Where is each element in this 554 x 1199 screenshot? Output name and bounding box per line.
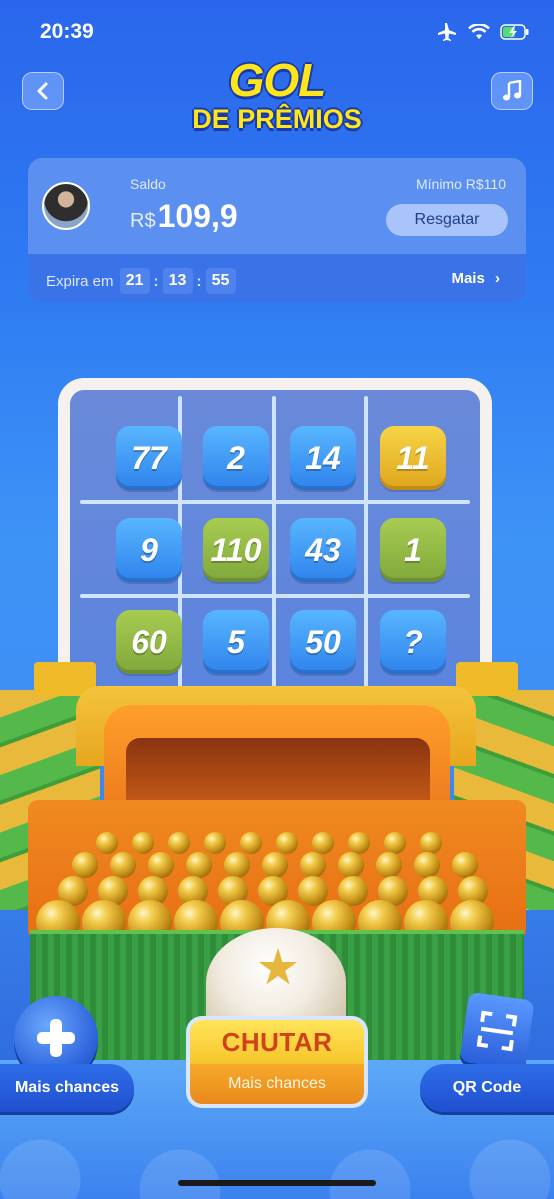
chevron-right-icon: › [495,270,500,287]
qr-scan-glyph [476,1010,518,1052]
golden-ball [132,832,154,854]
prize-cell: 11 [380,426,446,490]
balance-amount: R$ 109,9 [130,198,238,235]
expiry-seconds: 55 [205,268,236,294]
golden-ball [224,852,250,878]
music-button[interactable] [491,72,533,110]
home-indicator [178,1180,376,1186]
net-line [364,396,368,688]
golden-ball [110,852,136,878]
avatar[interactable] [42,182,90,230]
golden-ball [452,852,478,878]
expiry-timer: Expira em 21 : 13 : 55 [46,268,236,294]
golden-ball [186,852,212,878]
golden-ball [96,832,118,854]
prize-cell: 9 [116,518,182,582]
golden-ball [240,832,262,854]
balance-label: Saldo [130,176,166,192]
music-note-icon [503,80,522,101]
more-link-label: Mais [451,270,485,287]
battery-charging-icon [500,24,529,40]
golden-ball [420,832,442,854]
prize-cell: 50 [290,610,356,674]
expiry-label: Expira em [46,272,114,290]
more-link[interactable]: Mais › [451,270,500,287]
kick-label: CHUTAR [190,1020,364,1064]
prize-cell: ? [380,610,446,674]
prize-cell: 60 [116,610,182,674]
plus-glyph [37,1019,75,1057]
redeem-button[interactable]: Resgatar [386,204,508,236]
qr-code-button[interactable]: QR Code [420,1064,554,1112]
balance-header: Saldo R$ 109,9 Mínimo R$110 Resgatar [28,158,526,254]
prize-cell: 77 [116,426,182,490]
airplane-icon [438,23,456,41]
time-separator: : [196,272,202,290]
golden-ball [204,832,226,854]
prize-cell: 14 [290,426,356,490]
golden-ball [276,832,298,854]
golden-ball [384,832,406,854]
time-separator: : [153,272,159,290]
prize-cell: 1 [380,518,446,582]
golden-ball [348,832,370,854]
golden-ball [168,832,190,854]
wifi-icon [468,24,490,39]
golden-ball [300,852,326,878]
kick-button[interactable]: CHUTAR Mais chances [186,1016,368,1108]
net-line [80,500,470,504]
prize-cell: 2 [203,426,269,490]
logo-title: GOL [228,54,327,106]
golden-ball [262,852,288,878]
net-line [80,594,470,598]
status-icons [436,22,530,42]
status-time: 20:39 [40,20,94,43]
golden-ball [376,852,402,878]
golden-ball [312,832,334,854]
golden-ball [338,852,364,878]
golden-ball [72,852,98,878]
kick-sub-label: Mais chances [190,1064,364,1104]
minimum-withdrawal: Mínimo R$110 [415,176,506,192]
golden-ball [414,852,440,878]
status-bar: 20:39 [0,0,554,60]
expiry-hours: 21 [119,268,150,294]
golden-ball [148,852,174,878]
game-logo: GOL DE PRÊMIOS [0,56,554,134]
expiry-minutes: 13 [162,268,193,294]
more-chances-button[interactable]: Mais chances [0,1064,134,1112]
prize-cell: 5 [203,610,269,674]
logo-subtitle: DE PRÊMIOS [192,104,362,134]
prize-cell: 110 [203,518,269,582]
net-line [272,396,276,688]
balance-value: 109,9 [157,198,238,234]
qr-code-icon[interactable] [459,991,535,1071]
currency-symbol: R$ [130,210,156,232]
prize-cell: 43 [290,518,356,582]
balance-card: Saldo R$ 109,9 Mínimo R$110 Resgatar Exp… [28,158,526,302]
